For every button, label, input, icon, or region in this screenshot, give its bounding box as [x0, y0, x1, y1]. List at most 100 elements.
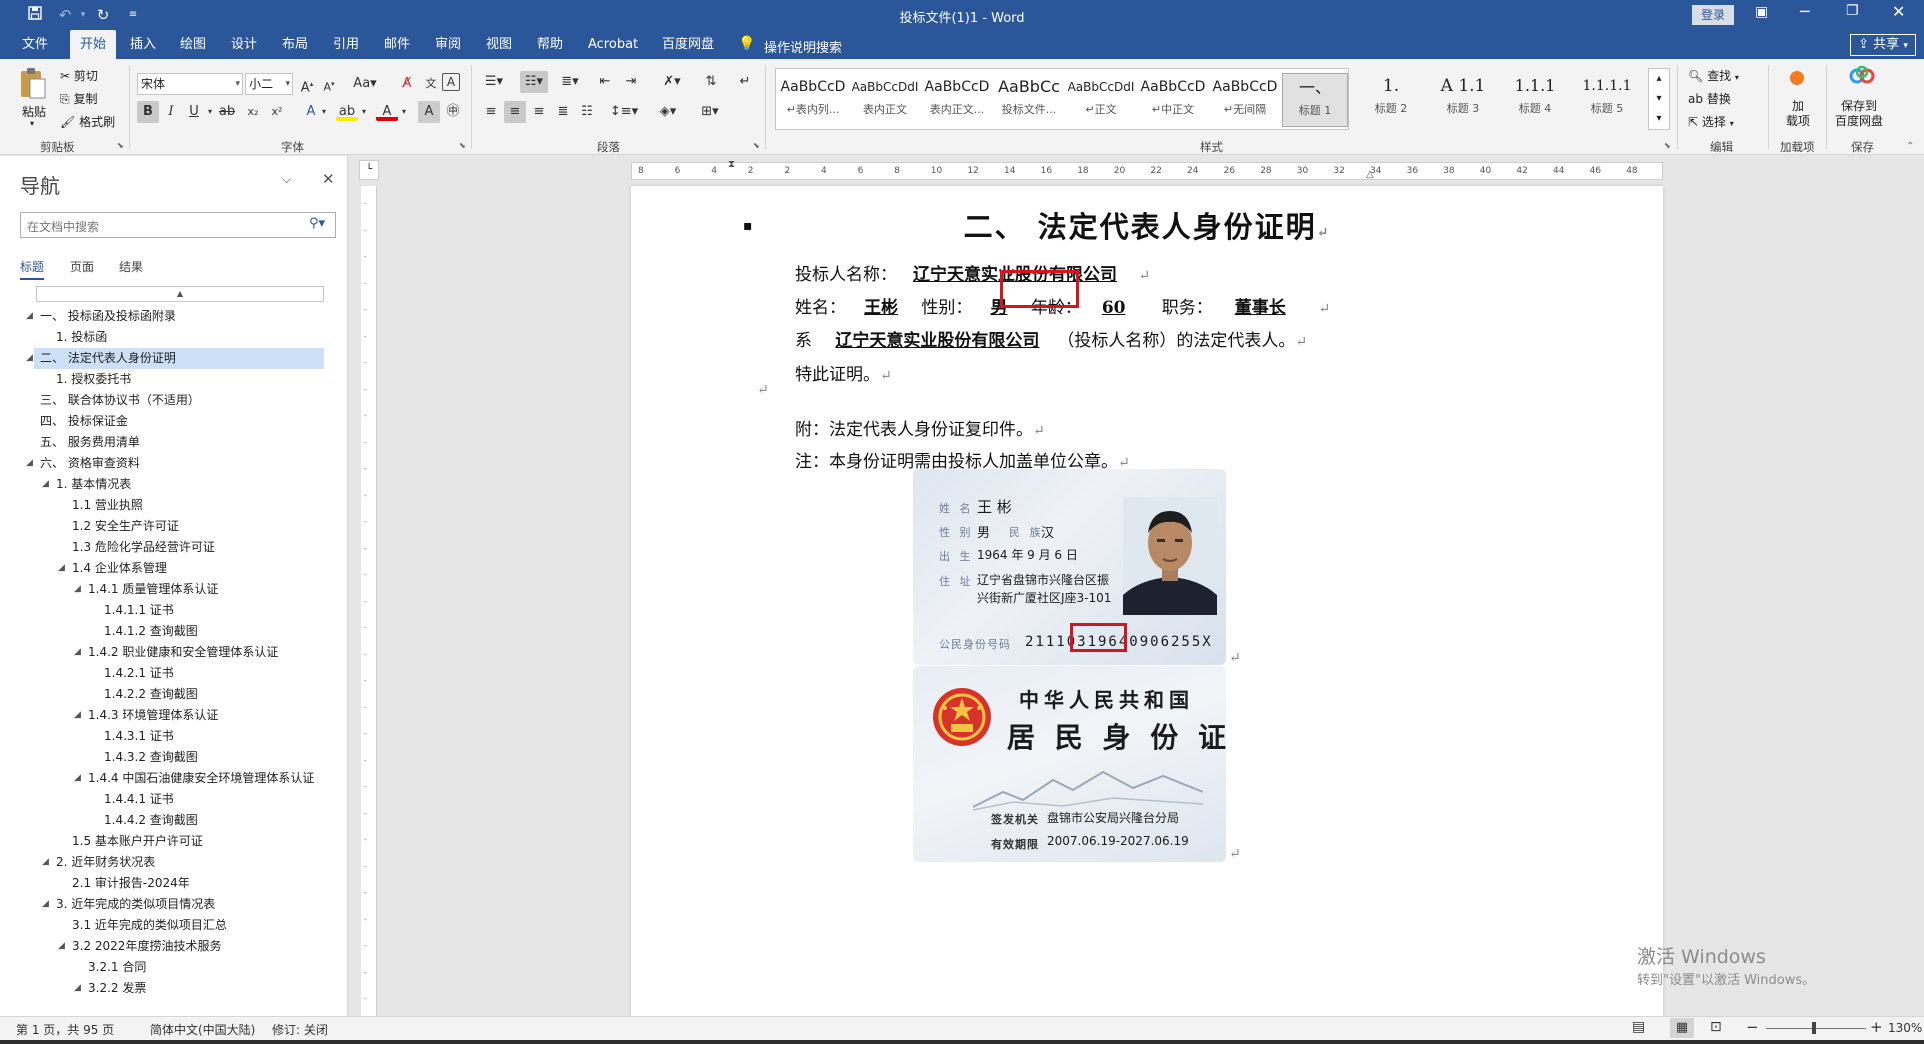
- login-button[interactable]: 登录: [1692, 5, 1734, 25]
- bullets-icon[interactable]: ☰▾: [480, 71, 508, 93]
- expand-caret-icon[interactable]: ◢: [42, 894, 52, 915]
- nav-heading-item[interactable]: 1.4.4.2 查询截图: [0, 810, 340, 831]
- sort-icon[interactable]: ⇅: [700, 71, 722, 93]
- represent-line[interactable]: 系 辽宁天意实业股份有限公司 （投标人名称）的法定代表人。↵: [795, 326, 1307, 351]
- expand-caret-icon[interactable]: ◢: [74, 768, 84, 789]
- bidder-line[interactable]: 投标人名称： 辽宁天意实业股份有限公司 ↵: [795, 260, 1150, 285]
- right-indent-marker-icon[interactable]: △: [1366, 169, 1374, 180]
- page-count[interactable]: 第 1 页，共 95 页: [16, 1021, 114, 1038]
- tab-mailings[interactable]: 邮件: [374, 30, 420, 59]
- nav-tab-results[interactable]: 结果: [119, 258, 143, 275]
- format-painter-button[interactable]: 🖌 格式刷: [60, 113, 115, 130]
- style-item[interactable]: AaBbCcD ↵中正文: [1138, 73, 1208, 127]
- nav-heading-item[interactable]: 1.5 基本账户开户许可证: [0, 831, 340, 852]
- nav-heading-item[interactable]: ◢ 3.2 2022年度捞油技术服务: [0, 936, 340, 957]
- numbering-icon[interactable]: ☷▾: [520, 71, 548, 93]
- zoom-slider-thumb[interactable]: [1812, 1022, 1816, 1034]
- tab-draw[interactable]: 绘图: [170, 30, 216, 59]
- nav-heading-item[interactable]: 1.4.2.2 查询截图: [0, 684, 340, 705]
- addin-icon[interactable]: [1790, 71, 1804, 85]
- collapse-ribbon-icon[interactable]: ⌃: [1906, 141, 1914, 152]
- nav-heading-item[interactable]: 1.4.3.2 查询截图: [0, 747, 340, 768]
- replace-button[interactable]: ab 替换: [1688, 90, 1731, 107]
- attach-line[interactable]: 附：法定代表人身份证复印件。↵: [795, 415, 1045, 440]
- nav-search-input[interactable]: 在文档中搜索 ⚲▾: [20, 212, 336, 238]
- addin-button-label[interactable]: 加 载项: [1786, 99, 1810, 129]
- nav-heading-item[interactable]: ◢ 3. 近年完成的类似项目情况表: [0, 894, 340, 915]
- expand-caret-icon[interactable]: ◢: [74, 978, 84, 999]
- select-button[interactable]: ⇱ 选择 ▾: [1688, 113, 1734, 130]
- chevron-down-icon[interactable]: ⌵: [282, 172, 291, 187]
- web-layout-icon[interactable]: ⊡: [1710, 1019, 1722, 1035]
- ribbon-display-icon[interactable]: ▣: [1755, 4, 1768, 20]
- style-item-selected[interactable]: 一、 标题 1: [1282, 73, 1348, 127]
- style-item[interactable]: AaBbCcDdI 表内正文: [850, 73, 920, 127]
- gallery-scroll[interactable]: ▴ ▾ ▾: [1648, 68, 1670, 130]
- chevron-down-icon[interactable]: ▾: [204, 101, 216, 123]
- nav-heading-item[interactable]: 1.2 安全生产许可证: [0, 516, 340, 537]
- cut-button[interactable]: ✂ 剪切: [60, 67, 98, 84]
- decrease-indent-icon[interactable]: ⇤: [594, 71, 616, 93]
- document-heading[interactable]: 二、 法定代表人身份证明↵: [631, 204, 1663, 246]
- char-border-icon[interactable]: A: [442, 73, 460, 91]
- nav-heading-item[interactable]: 1.4.1.2 查询截图: [0, 621, 340, 642]
- align-right-icon[interactable]: ≡: [528, 101, 550, 123]
- nav-heading-item[interactable]: 1.3 危险化学品经营许可证: [0, 537, 340, 558]
- tab-home[interactable]: 开始: [70, 30, 117, 59]
- read-mode-icon[interactable]: ▤: [1632, 1019, 1645, 1035]
- paste-icon[interactable]: [18, 67, 48, 101]
- nav-heading-item[interactable]: 1.4.3.1 证书: [0, 726, 340, 747]
- font-color-icon[interactable]: A: [376, 101, 398, 121]
- tab-acrobat[interactable]: Acrobat: [578, 30, 648, 59]
- style-item[interactable]: AaBbCcDdI ↵正文: [1066, 73, 1136, 127]
- chevron-down-icon[interactable]: ▾: [318, 101, 330, 123]
- baidu-cloud-icon[interactable]: [1848, 65, 1876, 87]
- style-item[interactable]: AaBbCcD ↵表内列...: [778, 73, 848, 127]
- shading-icon[interactable]: ◈▾: [652, 101, 684, 123]
- zoom-slider[interactable]: [1766, 1028, 1866, 1029]
- tab-selector-icon[interactable]: └: [359, 160, 379, 180]
- expand-caret-icon[interactable]: ◢: [74, 579, 84, 600]
- nav-heading-item[interactable]: ◢ 六、 资格审查资料: [0, 453, 340, 474]
- tab-layout[interactable]: 布局: [272, 30, 318, 59]
- close-icon[interactable]: ✕: [322, 170, 335, 188]
- close-window-icon[interactable]: ✕: [1892, 2, 1905, 21]
- tab-help[interactable]: 帮助: [527, 30, 573, 59]
- nav-heading-item[interactable]: 1.4.1.1 证书: [0, 600, 340, 621]
- expand-caret-icon[interactable]: ◢: [42, 852, 52, 873]
- nav-heading-item[interactable]: ◢ 1.4.1 质量管理体系认证: [0, 579, 340, 600]
- increase-indent-icon[interactable]: ⇥: [620, 71, 642, 93]
- distribute-icon[interactable]: ☷: [576, 101, 598, 123]
- clear-format-icon[interactable]: A̸: [396, 73, 418, 95]
- phonetic-guide-icon[interactable]: 文: [420, 73, 442, 95]
- dialog-launcher-icon[interactable]: ⬊: [753, 141, 760, 150]
- tab-references[interactable]: 引用: [323, 30, 369, 59]
- style-item[interactable]: 1. 标题 2: [1356, 72, 1426, 126]
- restore-icon[interactable]: ❐: [1846, 3, 1859, 19]
- nav-heading-item[interactable]: ◢ 二、 法定代表人身份证明: [26, 348, 324, 369]
- expand-caret-icon[interactable]: ◢: [26, 306, 36, 327]
- nav-heading-item[interactable]: 1. 投标函: [0, 327, 340, 348]
- style-item[interactable]: 1.1.1.1 标题 5: [1572, 72, 1642, 126]
- zoom-out-icon[interactable]: −: [1746, 1018, 1759, 1036]
- underline-button[interactable]: U: [183, 101, 205, 123]
- tab-file[interactable]: 文件: [12, 30, 58, 59]
- tab-design[interactable]: 设计: [221, 30, 267, 59]
- nav-heading-item[interactable]: ◢ 1.4 企业体系管理: [0, 558, 340, 579]
- tab-view[interactable]: 视图: [476, 30, 522, 59]
- shrink-font-icon[interactable]: A▾: [318, 73, 340, 95]
- paste-label[interactable]: 粘贴: [22, 103, 46, 120]
- multilevel-list-icon[interactable]: ≣▾: [556, 71, 584, 93]
- tab-insert[interactable]: 插入: [120, 30, 166, 59]
- copy-button[interactable]: ⎘ 复制: [60, 90, 97, 107]
- line-spacing-icon[interactable]: ↕≡▾: [608, 101, 640, 123]
- find-button[interactable]: 🔍︎ 查找 ▾: [1688, 67, 1739, 84]
- enclose-char-icon[interactable]: ㊥: [442, 101, 464, 123]
- nav-heading-item[interactable]: 四、 投标保证金: [0, 411, 340, 432]
- tab-review[interactable]: 审阅: [425, 30, 471, 59]
- char-shading-icon[interactable]: A: [418, 101, 440, 123]
- nav-heading-item[interactable]: ◢ 1. 基本情况表: [0, 474, 340, 495]
- print-layout-icon[interactable]: ▦: [1670, 1018, 1694, 1038]
- nav-heading-item[interactable]: ◢ 2. 近年财务状况表: [0, 852, 340, 873]
- expand-caret-icon[interactable]: ◢: [58, 936, 68, 957]
